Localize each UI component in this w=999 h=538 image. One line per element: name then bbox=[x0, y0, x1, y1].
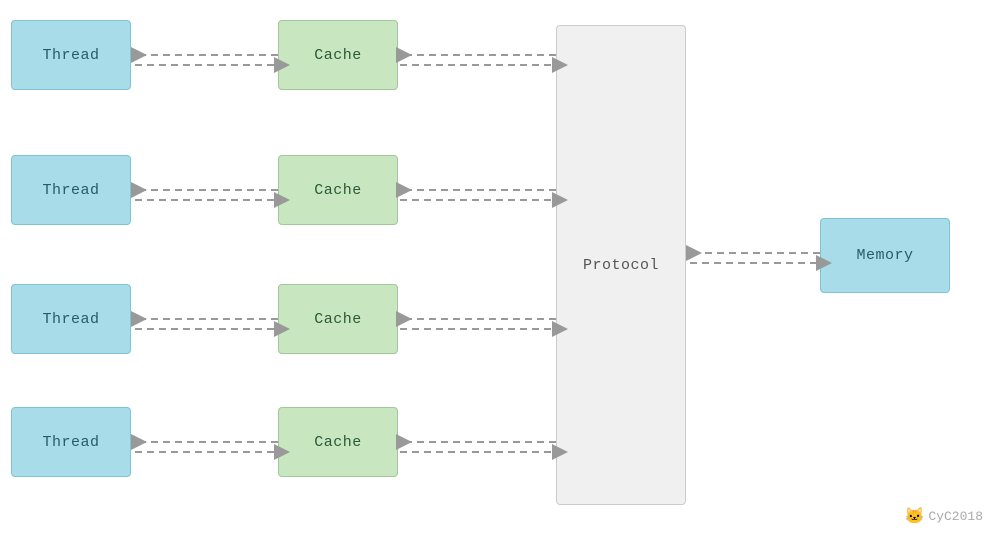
protocol-label: Protocol bbox=[583, 257, 659, 274]
thread-box-1: Thread bbox=[11, 20, 131, 90]
cat-icon: 🐱 bbox=[904, 506, 924, 526]
cache-box-1: Cache bbox=[278, 20, 398, 90]
thread-label-1: Thread bbox=[42, 47, 99, 64]
cache-box-4: Cache bbox=[278, 407, 398, 477]
thread-box-2: Thread bbox=[11, 155, 131, 225]
protocol-box: Protocol bbox=[556, 25, 686, 505]
cache-box-3: Cache bbox=[278, 284, 398, 354]
thread-box-4: Thread bbox=[11, 407, 131, 477]
watermark: 🐱 CyC2018 bbox=[904, 506, 983, 526]
diagram-container: Thread Thread Thread Thread Cache Cache … bbox=[0, 0, 999, 538]
cache-label-1: Cache bbox=[314, 47, 362, 64]
thread-label-2: Thread bbox=[42, 182, 99, 199]
cache-label-3: Cache bbox=[314, 311, 362, 328]
memory-box: Memory bbox=[820, 218, 950, 293]
thread-box-3: Thread bbox=[11, 284, 131, 354]
thread-label-3: Thread bbox=[42, 311, 99, 328]
cache-label-2: Cache bbox=[314, 182, 362, 199]
thread-label-4: Thread bbox=[42, 434, 99, 451]
cache-label-4: Cache bbox=[314, 434, 362, 451]
memory-label: Memory bbox=[856, 247, 913, 264]
cache-box-2: Cache bbox=[278, 155, 398, 225]
watermark-text: CyC2018 bbox=[928, 509, 983, 524]
